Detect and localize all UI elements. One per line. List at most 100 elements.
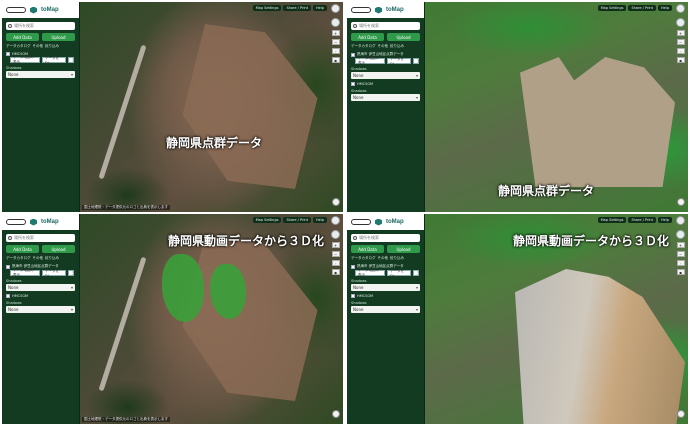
help-button[interactable]: Help — [313, 217, 327, 223]
zoom-in-button[interactable]: + — [676, 242, 685, 248]
map-settings-button[interactable]: Map Settings — [252, 5, 282, 11]
tab-filter[interactable]: 絞り込み — [390, 256, 404, 261]
more-options-button[interactable]: ⋮ — [68, 270, 75, 276]
terrain-view[interactable]: 静岡県動画データから３Ｄ化 — [425, 214, 688, 424]
add-data-button[interactable]: Add Data — [6, 245, 39, 253]
reset-view-button[interactable]: ◦ — [676, 260, 685, 266]
compass-icon[interactable] — [676, 230, 685, 239]
help-button[interactable]: Help — [658, 217, 672, 223]
location-icon[interactable] — [677, 410, 685, 418]
layer-checkbox[interactable] — [6, 294, 10, 298]
layer-checkbox[interactable] — [6, 52, 10, 56]
shadows-select[interactable]: None ▾ — [6, 284, 75, 291]
vegetation-patch — [210, 264, 246, 319]
profile-icon[interactable] — [331, 216, 340, 225]
profile-icon[interactable] — [676, 216, 685, 225]
help-button[interactable]: Help — [658, 5, 672, 11]
share-print-button[interactable]: Share / Print — [283, 5, 312, 11]
map-settings-button[interactable]: Map Settings — [597, 217, 627, 223]
search-input[interactable]: 場所を検索 — [6, 234, 75, 242]
layer-checkbox[interactable] — [351, 264, 355, 269]
zoom-out-button[interactable]: − — [676, 251, 685, 257]
zoom-to-data-button[interactable]: データ地図の表示 — [10, 268, 40, 277]
map-settings-button[interactable]: Map Settings — [252, 217, 282, 223]
share-print-button[interactable]: Share / Print — [628, 5, 657, 11]
location-icon[interactable] — [677, 198, 685, 206]
profile-icon[interactable] — [676, 4, 685, 13]
download-button[interactable]: データをDL — [387, 269, 411, 278]
download-button[interactable]: データをDL — [42, 269, 66, 278]
shadows-select[interactable]: None ▾ — [351, 306, 420, 313]
tab-filter[interactable]: 絞り込み — [45, 44, 59, 49]
tab-other[interactable]: その他 — [33, 44, 44, 49]
layer-checkbox[interactable] — [351, 82, 355, 86]
menu-toggle[interactable] — [6, 219, 26, 225]
help-button[interactable]: Help — [313, 5, 327, 11]
terrain-view[interactable]: 静岡県点群データ — [425, 2, 688, 212]
tab-catalog[interactable]: データカタログ — [6, 256, 31, 261]
shadows-select[interactable]: None ▾ — [6, 306, 75, 313]
add-data-button[interactable]: Add Data — [351, 245, 384, 253]
more-options-button[interactable]: ⋮ — [68, 57, 75, 63]
upload-button[interactable]: Upload — [42, 245, 75, 253]
zoom-out-button[interactable]: − — [331, 251, 340, 257]
tab-filter[interactable]: 絞り込み — [45, 256, 59, 261]
reset-view-button[interactable]: ◦ — [676, 48, 685, 54]
upload-button[interactable]: Upload — [42, 33, 75, 41]
menu-toggle[interactable] — [351, 7, 371, 13]
measure-button[interactable]: ▪ — [331, 269, 340, 275]
measure-button[interactable]: ▪ — [331, 57, 340, 63]
measure-button[interactable]: ▪ — [676, 57, 685, 63]
layer-checkbox[interactable] — [351, 294, 355, 298]
tab-catalog[interactable]: データカタログ — [351, 256, 376, 261]
zoom-to-data-button[interactable]: データ地図の表示 — [355, 56, 385, 65]
upload-button[interactable]: Upload — [387, 245, 420, 253]
zoom-to-data-button[interactable]: データ地図の表示 — [355, 268, 385, 277]
tab-catalog[interactable]: データカタログ — [351, 44, 376, 49]
tab-other[interactable]: その他 — [33, 256, 44, 261]
zoom-out-button[interactable]: − — [331, 39, 340, 45]
measure-button[interactable]: ▪ — [676, 269, 685, 275]
compass-icon[interactable] — [331, 230, 340, 239]
shadows-label: Shadows — [6, 301, 22, 305]
search-input[interactable]: 場所を検索 — [6, 22, 75, 30]
layer-checkbox[interactable] — [351, 52, 355, 57]
shadows-select[interactable]: None ▾ — [6, 71, 75, 78]
compass-icon[interactable] — [331, 18, 340, 27]
zoom-in-button[interactable]: + — [331, 30, 340, 36]
terrain-view[interactable]: 静岡県動画データから３Ｄ化 — [80, 214, 343, 424]
zoom-to-data-button[interactable]: データ地図の表示 — [10, 55, 40, 64]
add-data-button[interactable]: Add Data — [6, 33, 39, 41]
zoom-in-button[interactable]: + — [331, 242, 340, 248]
tab-catalog[interactable]: データカタログ — [6, 44, 31, 49]
share-print-button[interactable]: Share / Print — [283, 217, 312, 223]
zoom-in-button[interactable]: + — [676, 30, 685, 36]
shadows-select[interactable]: None ▾ — [351, 72, 420, 79]
shadows-select[interactable]: None ▾ — [351, 94, 420, 101]
location-icon[interactable] — [332, 410, 340, 418]
tab-filter[interactable]: 絞り込み — [390, 44, 404, 49]
reset-view-button[interactable]: ◦ — [331, 48, 340, 54]
upload-button[interactable]: Upload — [387, 33, 420, 41]
add-data-button[interactable]: Add Data — [351, 33, 384, 41]
location-icon[interactable] — [332, 198, 340, 206]
search-input[interactable]: 場所を検索 — [351, 234, 420, 242]
terrain-view[interactable]: 静岡県点群データ — [80, 2, 343, 212]
menu-toggle[interactable] — [351, 219, 371, 225]
more-options-button[interactable]: ⋮ — [413, 58, 420, 64]
download-button[interactable]: データをDL — [387, 57, 411, 66]
share-print-button[interactable]: Share / Print — [628, 217, 657, 223]
tab-other[interactable]: その他 — [378, 256, 389, 261]
zoom-out-button[interactable]: − — [676, 39, 685, 45]
map-settings-button[interactable]: Map Settings — [597, 5, 627, 11]
tab-other[interactable]: その他 — [378, 44, 389, 49]
compass-icon[interactable] — [676, 18, 685, 27]
more-options-button[interactable]: ⋮ — [413, 270, 420, 276]
search-input[interactable]: 場所を検索 — [351, 22, 420, 30]
profile-icon[interactable] — [331, 4, 340, 13]
shadows-select[interactable]: None ▾ — [351, 284, 420, 291]
layer-checkbox[interactable] — [6, 264, 10, 269]
reset-view-button[interactable]: ◦ — [331, 260, 340, 266]
download-button[interactable]: データをDL — [42, 56, 66, 65]
menu-toggle[interactable] — [6, 7, 26, 13]
